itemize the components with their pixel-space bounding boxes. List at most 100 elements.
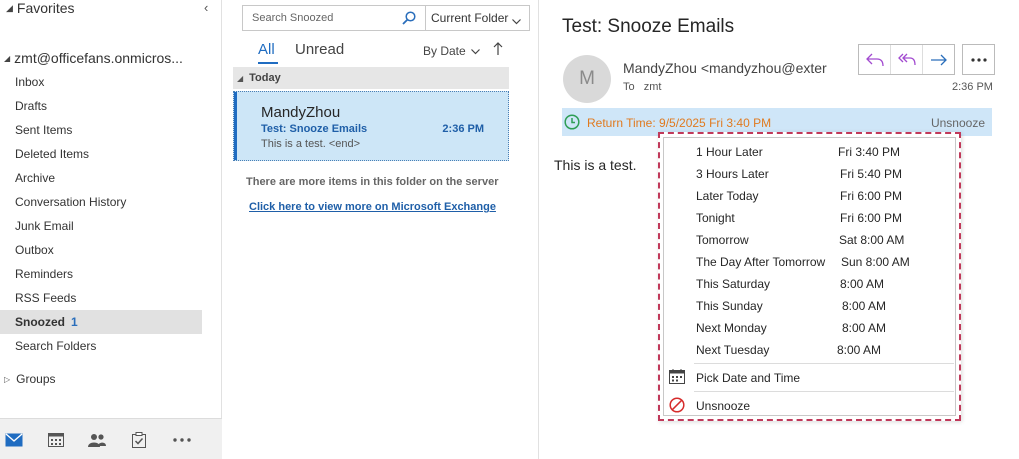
menu-item-later-today[interactable]: Later Today Fri 6:00 PM [664,185,955,207]
folder-inbox[interactable]: Inbox [0,70,202,94]
option-time: Fri 6:00 PM [840,211,903,225]
message-list-pane: Current Folder All Unread By Date ◢ Toda… [223,0,539,459]
menu-item-next-monday[interactable]: Next Monday 8:00 AM [664,317,955,339]
received-time: 2:36 PM [952,81,993,93]
folder-reminders[interactable]: Reminders [0,262,202,286]
avatar[interactable]: M [563,55,611,103]
recipient-line: To zmt [623,81,661,93]
menu-item-1-hour-later[interactable]: 1 Hour Later Fri 3:40 PM [664,141,955,163]
account-header[interactable]: ◢ zmt@officefans.onmicros... [4,50,183,66]
folder-snoozed[interactable]: Snoozed 1 [0,310,202,334]
to-label: To [623,81,635,93]
more-actions-button[interactable] [962,44,995,75]
message-time: 2:36 PM [442,123,484,135]
groups-header[interactable]: ▷ Groups [4,372,56,386]
tasks-icon[interactable] [119,419,159,459]
mail-icon[interactable] [0,419,34,459]
message-subject: Test: Snooze Emails [261,123,368,135]
unread-count-badge: 1 [71,315,78,329]
folder-label: Sent Items [15,123,73,137]
sort-direction-arrow-icon[interactable] [493,42,503,61]
folder-rss-feeds[interactable]: RSS Feeds [0,286,202,310]
expand-triangle-icon: ▷ [4,374,11,384]
menu-item-this-saturday[interactable]: This Saturday 8:00 AM [664,273,955,295]
search-icon[interactable] [402,11,416,30]
menu-item-unsnooze[interactable]: Unsnooze [664,395,955,417]
collapse-triangle-icon: ◢ [6,2,13,13]
folder-search-folders[interactable]: Search Folders [0,334,202,358]
menu-item-tomorrow[interactable]: Tomorrow Sat 8:00 AM [664,229,955,251]
message-body: This is a test. [554,157,637,173]
calendar-icon [669,369,685,387]
date-group-header[interactable]: ◢ Today [233,67,509,89]
chevron-down-icon [512,14,521,28]
menu-item-pick-date-and-time[interactable]: Pick Date and Time [664,367,955,389]
folder-label: Junk Email [15,219,74,233]
option-label: Next Tuesday [696,343,770,357]
calendar-icon[interactable] [36,419,76,459]
folder-outbox[interactable]: Outbox [0,238,202,262]
menu-separator [694,363,954,364]
folder-deleted-items[interactable]: Deleted Items [0,142,202,166]
menu-separator [694,391,954,392]
folder-label: Deleted Items [15,147,90,161]
option-time: Fri 6:00 PM [840,189,903,203]
forward-button[interactable] [923,45,954,74]
sort-by-dropdown[interactable]: By Date [423,44,480,58]
group-label: Today [249,72,281,84]
folder-label: Reminders [15,267,74,281]
folder-sent-items[interactable]: Sent Items [0,118,202,142]
option-label: Tomorrow [696,233,749,247]
option-time: Sat 8:00 AM [839,233,905,247]
recipient-name[interactable]: zmt [644,81,662,93]
option-time: Fri 5:40 PM [840,167,903,181]
tab-all[interactable]: All [258,41,275,58]
menu-item-day-after-tomorrow[interactable]: The Day After Tomorrow Sun 8:00 AM [664,251,955,273]
folder-archive[interactable]: Archive [0,166,202,190]
folder-label: Snoozed [15,315,65,329]
menu-item-this-sunday[interactable]: This Sunday 8:00 AM [664,295,955,317]
selection-bar [234,92,237,160]
outlook-window: ◢ Favorites ‹ ◢ zmt@officefans.onmicros.… [0,0,1019,459]
unsnooze-button[interactable]: Unsnooze [931,116,985,130]
option-time: 8:00 AM [840,277,885,291]
more-items-notice: There are more items in this folder on t… [246,176,499,188]
scope-label: Current Folder [431,11,509,25]
account-label: zmt@officefans.onmicros... [14,50,183,66]
search-scope-dropdown[interactable]: Current Folder [426,5,530,31]
favorites-header[interactable]: ◢ Favorites [6,0,75,16]
collapse-triangle-icon: ◢ [237,73,244,83]
more-icon[interactable] [162,419,202,459]
active-tab-indicator [258,62,278,64]
reply-all-button[interactable] [891,45,923,74]
return-time-text: Return Time: 9/5/2025 Fri 3:40 PM [587,116,772,130]
option-label: The Day After Tomorrow [696,255,826,269]
search-input[interactable] [252,12,402,24]
option-label: Tonight [696,211,735,225]
snooze-dropdown-menu: 1 Hour Later Fri 3:40 PM 3 Hours Later F… [658,132,961,421]
sender-address[interactable]: MandyZhou <mandyzhou@exter [623,60,838,76]
menu-item-tonight[interactable]: Tonight Fri 6:00 PM [664,207,955,229]
folder-conversation-history[interactable]: Conversation History [0,190,202,214]
folder-list: Inbox Drafts Sent Items Deleted Items Ar… [0,70,202,358]
groups-label: Groups [16,372,56,386]
reply-button[interactable] [859,45,891,74]
module-nav-bar [0,418,222,459]
collapse-pane-chevron-icon[interactable]: ‹ [204,0,208,15]
favorites-label: Favorites [16,0,75,16]
clock-icon [564,114,580,135]
search-box[interactable] [242,5,426,31]
option-label: 1 Hour Later [696,145,763,159]
option-label: Later Today [696,189,759,203]
folder-label: RSS Feeds [15,291,77,305]
folder-drafts[interactable]: Drafts [0,94,202,118]
tab-unread[interactable]: Unread [295,41,344,58]
option-label: 3 Hours Later [696,167,769,181]
folder-junk-email[interactable]: Junk Email [0,214,202,238]
option-label: Next Monday [696,321,767,335]
menu-item-next-tuesday[interactable]: Next Tuesday 8:00 AM [664,339,955,361]
people-icon[interactable] [77,419,117,459]
view-more-link[interactable]: Click here to view more on Microsoft Exc… [249,201,496,213]
menu-item-3-hours-later[interactable]: 3 Hours Later Fri 5:40 PM [664,163,955,185]
list-item[interactable]: MandyZhou Test: Snooze Emails 2:36 PM Th… [233,91,509,161]
